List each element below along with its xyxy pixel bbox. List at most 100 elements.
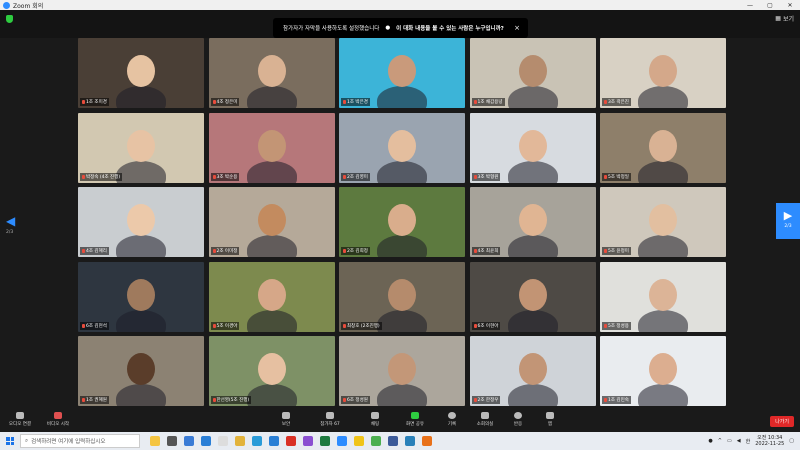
maximize-button[interactable]: ▢ — [760, 2, 780, 9]
taskbar-clock[interactable]: 오전 10:34 2022-11-25 — [755, 435, 784, 447]
security-button[interactable]: 보안 — [266, 412, 306, 427]
chat-button[interactable]: 채팅 — [355, 412, 395, 427]
participant-name-label: 3조 박순용 — [210, 172, 240, 181]
caption-notification-banner: 참가자가 자막을 사용하도록 설정했습니다 ● 이 대화 내용을 볼 수 있는 … — [273, 18, 528, 38]
chrome-icon[interactable] — [371, 436, 381, 446]
participant-tile[interactable]: 2조 한정우 — [469, 336, 596, 406]
participant-tile[interactable]: 3조 박순용 — [208, 112, 335, 183]
audio-button[interactable]: 오디오 연결 — [0, 412, 40, 427]
participant-name-label: 6조 이현아 — [471, 321, 501, 330]
participant-video-head — [388, 55, 416, 87]
share-screen-button[interactable]: 화면 공유 — [395, 412, 435, 427]
vlc-icon[interactable] — [184, 436, 194, 446]
participant-tile[interactable]: 4조 김혜리 — [78, 187, 204, 257]
mic-muted-icon — [604, 323, 607, 328]
participant-video-body — [116, 235, 166, 257]
participant-tile[interactable]: 5조 윤정미 — [600, 187, 726, 257]
edge-icon[interactable] — [252, 436, 262, 446]
video-off-icon — [54, 412, 62, 419]
windows-start-icon[interactable] — [6, 437, 14, 445]
participant-tile[interactable]: 5조 이경아 — [208, 261, 335, 332]
reactions-label: 반응 — [513, 422, 523, 427]
participant-tile[interactable]: 6조 정성원 — [339, 336, 465, 406]
acrobat-icon[interactable] — [286, 436, 296, 446]
next-page-button[interactable]: ▶ 2/3 — [776, 203, 800, 239]
participants-button[interactable]: 참가자 67 — [310, 412, 350, 427]
mic-muted-icon — [473, 323, 477, 328]
participant-name-label: 3조 박형원 — [471, 172, 501, 181]
mic-muted-icon — [82, 398, 85, 402]
participant-name: 5조 윤정미 — [608, 249, 629, 254]
notification-icon[interactable]: ▢ — [789, 438, 794, 444]
chat-icon — [371, 412, 379, 419]
participant-tile[interactable]: 3조 박형원 — [469, 112, 596, 183]
excel-icon[interactable] — [320, 436, 330, 446]
participant-tile[interactable]: 1조 김민숙 — [600, 336, 726, 406]
weather-icon[interactable]: ● — [708, 438, 712, 444]
shield-icon — [282, 412, 290, 419]
app-icon-2[interactable] — [388, 436, 398, 446]
zoom-icon[interactable] — [337, 436, 347, 446]
kakaotalk-icon[interactable] — [354, 436, 364, 446]
vscode-icon[interactable] — [201, 436, 211, 446]
app-icon-3[interactable] — [405, 436, 415, 446]
leave-button[interactable]: 나가기 — [770, 416, 794, 427]
security-shield-icon[interactable] — [6, 15, 13, 23]
previous-page-button[interactable]: ◀ 2/3 — [6, 214, 15, 235]
language-indicator[interactable]: 한 — [746, 438, 751, 445]
participant-tile[interactable]: 6조 김현석 — [78, 261, 204, 332]
mic-muted-icon — [343, 398, 346, 402]
participant-tile[interactable]: 1조 박은경 — [339, 38, 465, 108]
participant-name-label: 4조 김혜리 — [80, 247, 109, 255]
task-view-icon[interactable] — [167, 436, 177, 446]
participant-tile[interactable]: 2조 김영미 — [339, 112, 465, 183]
smiley-icon — [514, 412, 522, 419]
participant-tile[interactable]: 박정숙 (4조 진행) — [78, 112, 204, 183]
banner-link[interactable]: 이 대화 내용을 볼 수 있는 사람은 누구입니까? — [396, 24, 504, 32]
close-window-button[interactable]: ✕ — [780, 2, 800, 9]
record-icon — [448, 412, 456, 419]
outlook-icon[interactable] — [269, 436, 279, 446]
apps-button[interactable]: 앱 — [530, 412, 570, 427]
participant-tile[interactable]: 한선영(5조 진행) — [208, 336, 335, 406]
participant-tile[interactable]: 2조 이미정 — [208, 187, 335, 257]
chrome-alt-icon[interactable] — [422, 436, 432, 446]
volume-icon[interactable]: ◀ — [737, 438, 741, 444]
view-button[interactable]: ▦ 보기 — [775, 14, 794, 23]
banner-close-button[interactable]: × — [514, 24, 520, 32]
participant-tile[interactable]: 최창호 (2조진행) — [339, 261, 465, 332]
app-icon[interactable] — [218, 436, 228, 446]
participant-name: 1조 조미경 — [86, 100, 107, 105]
participant-tile[interactable]: 4조 정은미 — [208, 38, 335, 108]
participant-name-label: 5조 정성용 — [602, 321, 631, 330]
widget-icon[interactable] — [150, 436, 160, 446]
video-button[interactable]: 비디오 시작 — [38, 412, 78, 427]
participant-video-body — [507, 235, 558, 257]
mic-muted-icon — [604, 174, 607, 179]
video-gallery-grid: 1조 조미경 4조 정은미 1조 박은경 1조 채갑용녕 3조 곽은진박정숙 (4조 진… — [78, 38, 726, 407]
network-icon[interactable]: ▭ — [727, 438, 732, 444]
tray-chevron-icon[interactable]: ^ — [718, 438, 722, 444]
taskbar-search-box[interactable]: ⌕ 검색하려면 여기에 입력하십시오 — [20, 434, 140, 448]
participant-name: 1조 권혜원 — [86, 398, 107, 403]
participant-tile[interactable]: 1조 조미경 — [78, 38, 204, 108]
participant-tile[interactable]: 2조 김희정 — [339, 187, 465, 257]
onenote-icon[interactable] — [303, 436, 313, 446]
page-indicator-left: 2/3 — [6, 230, 14, 235]
participant-tile[interactable]: 5조 박정일 — [600, 112, 726, 183]
participant-name: 6조 정성원 — [347, 398, 368, 403]
participant-tile[interactable]: 3조 곽은진 — [600, 38, 726, 108]
mic-muted-icon — [212, 249, 216, 253]
banner-text: 참가자가 자막을 사용하도록 설정했습니다 — [283, 26, 380, 32]
participant-tile[interactable]: 6조 이현아 — [469, 261, 596, 332]
participant-tile[interactable]: 1조 권혜원 — [78, 336, 204, 406]
window-title: Zoom 회의 — [13, 2, 44, 10]
video-label: 비디오 시작 — [46, 422, 70, 427]
participant-tile[interactable]: 1조 채갑용녕 — [469, 38, 596, 108]
participant-tile[interactable]: 5조 정성용 — [600, 261, 726, 332]
minimize-button[interactable]: — — [740, 2, 760, 9]
participant-video-body — [116, 86, 166, 108]
participant-tile[interactable]: 4조 최윤희 — [469, 187, 596, 257]
participant-name: 3조 박순용 — [216, 174, 238, 180]
folder-icon[interactable] — [235, 436, 245, 446]
